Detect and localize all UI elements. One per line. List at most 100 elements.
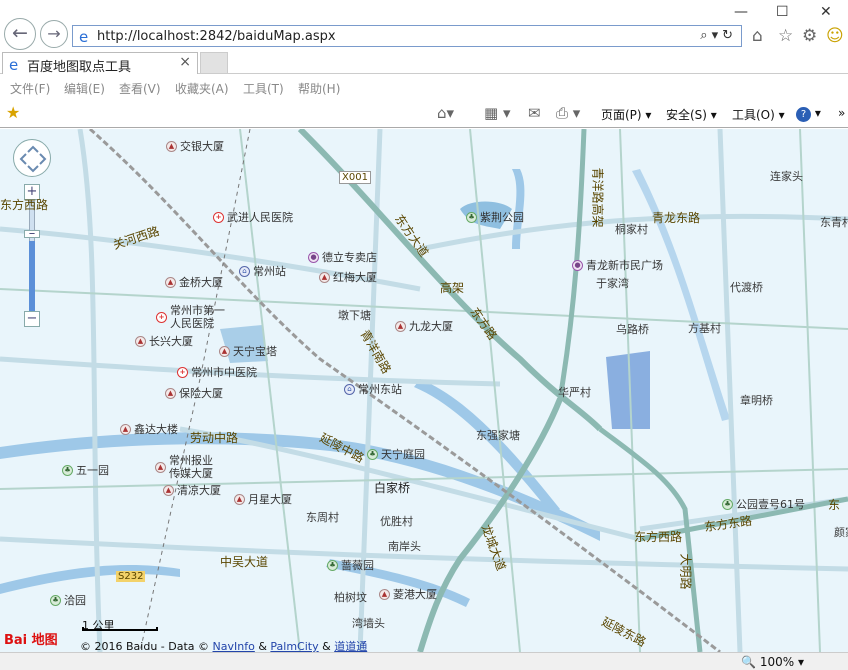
menu-file[interactable]: 文件(F): [10, 80, 50, 97]
home-icon[interactable]: ⌂: [752, 26, 763, 46]
poi[interactable]: ♣ 天宁庭园: [367, 446, 425, 462]
menu-view[interactable]: 查看(V): [119, 80, 161, 97]
tab-close-icon[interactable]: ×: [179, 54, 191, 70]
status-bar: 🔍 100% ▾: [0, 652, 848, 670]
favorites-icon[interactable]: ☆: [778, 26, 793, 46]
help-icon: ?: [796, 107, 811, 122]
menu-tools[interactable]: 工具(T): [243, 80, 284, 97]
menu-help[interactable]: 帮助(H): [298, 80, 340, 97]
poi-label: 菱港大厦: [393, 588, 437, 601]
back-button[interactable]: ←: [4, 18, 36, 50]
poi[interactable]: ♣ 蔷薇园: [327, 557, 374, 573]
poi[interactable]: ♣ 紫荆公园: [466, 209, 524, 225]
park-icon: ♣: [367, 448, 378, 460]
poi-label: 清凉大厦: [177, 484, 221, 497]
safety-menu[interactable]: 安全(S) ▾: [666, 106, 717, 123]
place-label: 连家头: [770, 170, 803, 183]
baidu-logo[interactable]: Bai 地图: [4, 629, 58, 648]
page-menu[interactable]: 页面(P) ▾: [601, 106, 651, 123]
link-daodaotong[interactable]: 道道通: [334, 640, 367, 652]
new-tab-button[interactable]: [200, 52, 228, 74]
road-label: 青龙东路: [652, 211, 701, 225]
poi[interactable]: ▲ 金桥大厦: [165, 274, 223, 290]
place-label: 东青村: [820, 216, 848, 229]
poi[interactable]: + 常州市中医院: [177, 364, 257, 380]
ie-icon: e: [79, 28, 88, 44]
poi[interactable]: ⌂ 常州站: [239, 263, 286, 279]
poi[interactable]: ▲ 清凉大厦: [163, 482, 221, 498]
poi[interactable]: ● 青龙新市民广场: [572, 257, 663, 273]
zoom-level[interactable]: 🔍 100% ▾: [741, 655, 804, 669]
gear-icon[interactable]: ⚙: [802, 26, 817, 46]
road-label: 大明路: [678, 553, 693, 590]
smiley-icon[interactable]: ☺: [826, 26, 844, 46]
menu-favorites[interactable]: 收藏夹(A): [175, 80, 229, 97]
more-chevron-icon[interactable]: »: [838, 106, 845, 120]
poi-label: 常州市中医院: [191, 366, 257, 379]
poi-label: 洽园: [64, 594, 86, 607]
poi-label: 德立专卖店: [322, 251, 377, 264]
close-button[interactable]: ✕: [820, 4, 832, 20]
poi[interactable]: + 常州市第一人民医院: [156, 304, 236, 330]
tab-title: 百度地图取点工具: [27, 60, 132, 75]
place-label: 华严村: [558, 386, 591, 399]
poi[interactable]: ● 德立专卖店: [308, 249, 377, 265]
pan-control[interactable]: [13, 139, 51, 177]
park-icon: ♣: [50, 594, 61, 606]
poi-label: 交银大厦: [180, 140, 224, 153]
poi[interactable]: ▲ 月星大厦: [234, 491, 292, 507]
rss-icon[interactable]: ▦ ▾: [484, 104, 510, 122]
place-label: 柏树坟: [334, 591, 367, 604]
poi[interactable]: ♣ 公园壹号61号: [722, 496, 805, 512]
poi[interactable]: ▲ 九龙大厦: [395, 318, 453, 334]
minimize-button[interactable]: —: [734, 4, 748, 20]
link-navinfo[interactable]: NavInfo: [213, 640, 255, 652]
poi[interactable]: + 武进人民医院: [213, 209, 293, 225]
safety-menu-label: 安全(S): [666, 108, 707, 122]
poi[interactable]: ▲ 长兴大厦: [135, 333, 193, 349]
home-cmd-icon[interactable]: ⌂▾: [437, 104, 454, 122]
mail-icon[interactable]: ✉: [528, 104, 541, 122]
poi[interactable]: ▲ 交银大厦: [166, 138, 224, 154]
poi-label: 保险大厦: [179, 387, 223, 400]
park-icon: ♣: [62, 464, 73, 476]
place-label: 章明桥: [740, 394, 773, 407]
poi[interactable]: ▲ 常州报业传媒大厦: [155, 454, 225, 480]
poi[interactable]: ♣ 洽园: [50, 592, 86, 608]
poi[interactable]: ▲ 菱港大厦: [379, 586, 437, 602]
forward-button[interactable]: →: [40, 20, 68, 48]
zoom-level-value: 100%: [759, 655, 795, 669]
park-icon: ♣: [722, 498, 733, 510]
address-bar[interactable]: e http://localhost:2842/baiduMap.aspx ⌕▾…: [72, 25, 742, 47]
shop-icon: ●: [308, 251, 319, 263]
hospital-icon: +: [213, 211, 224, 223]
poi[interactable]: ▲ 保险大厦: [165, 385, 223, 401]
link-palmcity[interactable]: PalmCity: [270, 640, 318, 652]
print-icon[interactable]: ⎙ ▾: [556, 104, 580, 122]
command-bar: ★ ⌂▾ ▦ ▾ ✉ ⎙ ▾ 页面(P) ▾ 安全(S) ▾ 工具(O) ▾ ?…: [0, 100, 848, 128]
poi[interactable]: ▲ 鑫达大楼: [120, 421, 178, 437]
baidu-map[interactable]: + – − ▲ 交银大厦 + 武进人民医院 ● 德立专卖店 ▲ 红梅大厦 ⌂ 常州站 ▲ 金…: [0, 129, 848, 652]
zoom-out-button[interactable]: −: [24, 311, 40, 327]
poi[interactable]: ▲ 天宁宝塔: [219, 343, 277, 359]
poi[interactable]: ⌂ 常州东站: [344, 381, 402, 397]
search-refresh-icons[interactable]: ⌕▾↻: [700, 28, 737, 43]
menu-edit[interactable]: 编辑(E): [64, 80, 105, 97]
poi-label: 常州报业传媒大厦: [169, 454, 213, 480]
maximize-button[interactable]: ☐: [776, 4, 789, 20]
hospital-icon: +: [177, 366, 188, 378]
active-tab[interactable]: e 百度地图取点工具 ×: [2, 52, 198, 75]
building-icon: ▲: [379, 588, 390, 600]
poi[interactable]: ♣ 五一园: [62, 462, 109, 478]
add-favorite-icon[interactable]: ★: [6, 103, 20, 122]
pan-arrows-icon: [19, 145, 47, 173]
zoom-slider-handle[interactable]: –: [24, 227, 40, 240]
tools-menu[interactable]: 工具(O) ▾: [732, 106, 785, 123]
poi-label: 红梅大厦: [333, 271, 377, 284]
poi[interactable]: ▲ 红梅大厦: [319, 269, 377, 285]
building-icon: ▲: [163, 484, 174, 496]
browser-titlebar: ← → e http://localhost:2842/baiduMap.asp…: [0, 0, 848, 52]
poi-label: 五一园: [76, 464, 109, 477]
help-menu[interactable]: ? ▾: [796, 106, 821, 122]
page-menu-label: 页面(P): [601, 108, 642, 122]
